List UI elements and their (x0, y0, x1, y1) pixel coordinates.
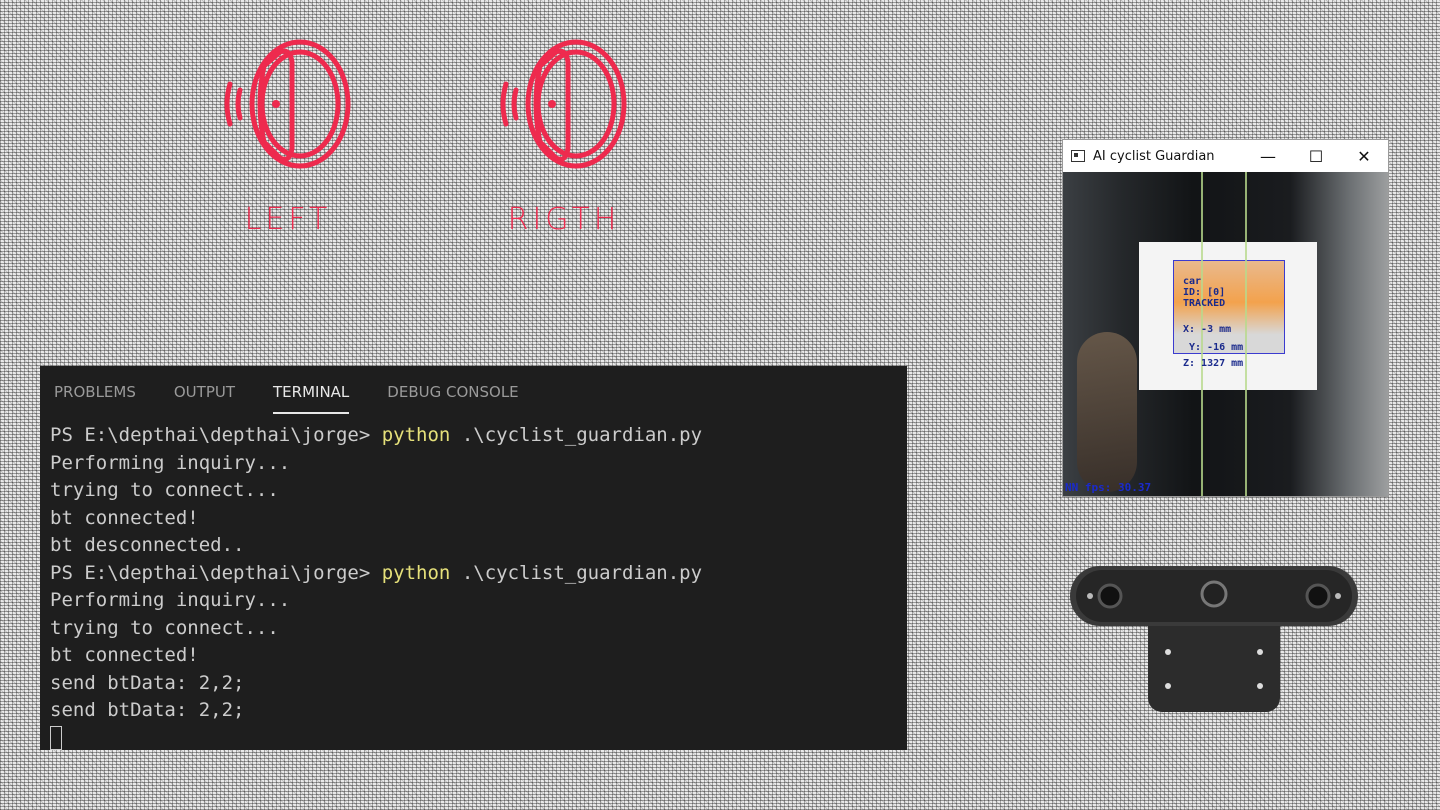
terminal-line: bt desconnected.. (50, 534, 245, 556)
terminal-output[interactable]: PS E:\depthai\depthai\jorge> python .\cy… (40, 414, 907, 752)
terminal-input-line[interactable] (50, 725, 897, 753)
maximize-button[interactable]: ☐ (1292, 140, 1340, 172)
terminal-line: Performing inquiry... (50, 589, 291, 611)
app-window-icon (1071, 150, 1085, 162)
left-band: LEFT (218, 38, 358, 237)
terminal-line: trying to connect... (50, 616, 279, 639)
camera-window: AI cyclist Guardian — ☐ ✕ car ID: [0] TR… (1063, 140, 1388, 496)
terminal-line: PS E:\depthai\depthai\jorge> python .\cy… (50, 560, 897, 588)
terminal-prompt: PS E:\depthai\depthai\jorge> (50, 424, 382, 446)
detection-z: Z: 1327 mm (1183, 358, 1244, 369)
terminal-args: .\cyclist_guardian.py (450, 561, 703, 584)
tab-debug-console[interactable]: DEBUG CONSOLE (387, 366, 518, 414)
terminal-line: send btData: 2,2; (50, 671, 245, 694)
terminal-command: python (381, 561, 451, 584)
right-band-label: RIGTH (507, 202, 621, 237)
close-button[interactable]: ✕ (1340, 140, 1388, 172)
camera-preview: car ID: [0] TRACKED X: -3 mm Y: -16 mm Z… (1063, 172, 1388, 496)
right-band: RIGTH (494, 38, 634, 237)
terminal-args: .\cyclist_guardian.py (450, 424, 703, 446)
terminal-prompt: PS E:\depthai\depthai\jorge> (50, 561, 382, 584)
tab-terminal[interactable]: TERMINAL (273, 366, 350, 414)
terminal-line: PS E:\depthai\depthai\jorge> python .\cy… (50, 422, 897, 450)
terminal-line: send btData: 2,2; (50, 699, 245, 721)
lane-line-right (1245, 172, 1247, 496)
fps-readout: NN fps: 30.37 (1065, 481, 1152, 494)
tab-output[interactable]: OUTPUT (174, 366, 235, 414)
terminal-line: trying to connect... (50, 479, 279, 501)
terminal-line: Performing inquiry... (50, 451, 291, 474)
terminal-line: bt connected! (50, 506, 199, 529)
detection-y: Y: -16 mm (1189, 342, 1244, 353)
oak-d-camera-icon (1070, 566, 1358, 712)
minimize-button[interactable]: — (1244, 140, 1292, 172)
left-band-label: LEFT (244, 202, 332, 237)
tab-problems[interactable]: PROBLEMS (54, 366, 136, 414)
terminal-cursor (50, 726, 62, 750)
detection-x: X: -3 mm (1183, 324, 1232, 335)
smart-band-vibrating-icon (224, 39, 351, 169)
terminal-line: bt connected! (50, 644, 199, 666)
window-title: AI cyclist Guardian (1093, 148, 1215, 164)
panel-tabs: PROBLEMS OUTPUT TERMINAL DEBUG CONSOLE (40, 366, 907, 414)
window-titlebar[interactable]: AI cyclist Guardian — ☐ ✕ (1063, 140, 1388, 172)
terminal-panel: PROBLEMS OUTPUT TERMINAL DEBUG CONSOLE P… (40, 366, 907, 750)
detection-id: ID: [0] (1183, 287, 1226, 298)
detection-status: TRACKED (1183, 298, 1226, 309)
terminal-command: python (381, 424, 451, 446)
smart-band-vibrating-icon (500, 39, 627, 169)
detection-label: car (1183, 276, 1202, 287)
hand-image (1077, 332, 1137, 492)
